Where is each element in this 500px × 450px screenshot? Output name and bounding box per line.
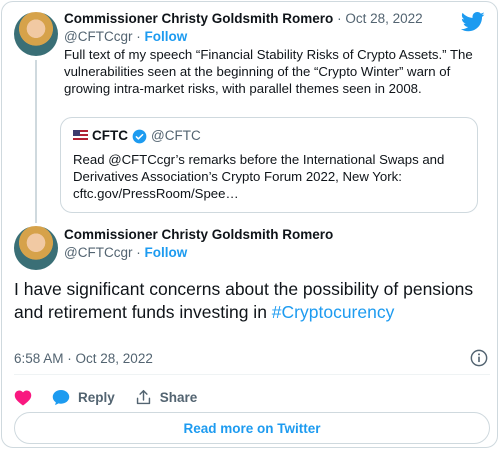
heart-icon	[14, 389, 32, 405]
author-name[interactable]: Commissioner Christy Goldsmith Romero	[64, 11, 333, 26]
thread-connector-line	[35, 60, 37, 223]
quoted-author-name[interactable]: CFTC	[92, 127, 128, 145]
tweet-timestamp[interactable]: 6:58 AM · Oct 28, 2022	[14, 351, 153, 366]
quoted-tweet-header: CFTC @CFTC	[73, 127, 465, 145]
quoted-tweet[interactable]: CFTC @CFTC Read @CFTCcgr’s remarks befor…	[60, 117, 478, 213]
tweet-date[interactable]: Oct 28, 2022	[345, 11, 422, 26]
quoted-tweet-text: Read @CFTCcgr’s remarks before the Inter…	[73, 152, 445, 201]
main-tweet-body: I have significant concerns about the po…	[14, 279, 474, 322]
hashtag-link[interactable]: #Cryptocurency	[272, 302, 395, 322]
follow-button[interactable]: Follow	[144, 29, 187, 44]
avatar[interactable]	[14, 226, 58, 270]
separator: ·	[337, 11, 342, 26]
avatar[interactable]	[14, 12, 58, 56]
follow-button[interactable]: Follow	[144, 245, 187, 260]
verified-badge-icon	[132, 129, 147, 143]
info-icon[interactable]	[470, 349, 488, 367]
author-handle[interactable]: @CFTCcgr	[64, 29, 132, 44]
divider	[14, 374, 490, 375]
main-tweet-header: Commissioner Christy Goldsmith Romero @C…	[64, 226, 333, 261]
separator: ·	[136, 29, 141, 44]
like-button[interactable]	[14, 389, 32, 406]
parent-tweet-header: Commissioner Christy Goldsmith Romero · …	[64, 10, 490, 28]
separator: ·	[136, 245, 141, 260]
parent-tweet-text: Full text of my speech “Financial Stabil…	[64, 47, 473, 96]
reply-button[interactable]: Reply	[52, 389, 115, 406]
share-button[interactable]: Share	[135, 389, 198, 406]
quoted-author-handle[interactable]: @CFTC	[151, 127, 201, 145]
share-icon	[136, 389, 150, 404]
share-label: Share	[159, 389, 198, 405]
parent-tweet-content: Commissioner Christy Goldsmith Romero · …	[64, 10, 490, 97]
parent-handle-line: @CFTCcgr · Follow	[64, 28, 490, 45]
tweet-embed-card: Commissioner Christy Goldsmith Romero · …	[1, 1, 498, 448]
author-handle[interactable]: @CFTCcgr	[64, 245, 132, 260]
reply-bubble-icon	[52, 389, 70, 405]
reply-label: Reply	[78, 389, 115, 405]
author-name[interactable]: Commissioner Christy Goldsmith Romero	[64, 227, 333, 242]
flag-icon	[73, 130, 88, 142]
main-tweet-text: I have significant concerns about the po…	[14, 278, 490, 323]
read-more-button[interactable]: Read more on Twitter	[14, 412, 490, 444]
tweet-actions: Reply Share	[14, 386, 217, 408]
